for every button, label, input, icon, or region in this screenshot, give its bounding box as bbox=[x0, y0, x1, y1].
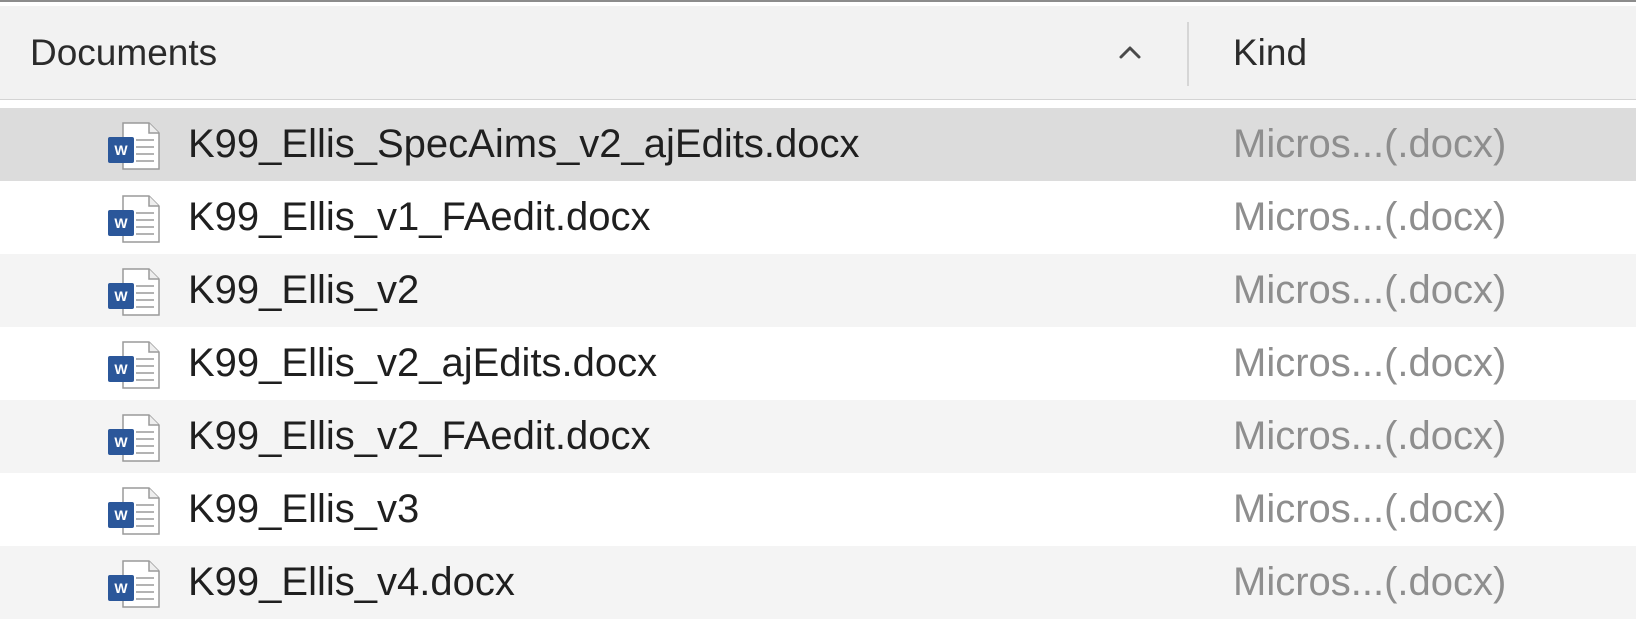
file-name: K99_Ellis_v2 bbox=[188, 268, 420, 312]
column-header-kind[interactable]: Kind bbox=[1233, 6, 1613, 100]
file-row[interactable]: W K99_Ellis_v4.docx Micros...(.docx) bbox=[0, 546, 1636, 619]
file-kind: Micros...(.docx) bbox=[1233, 560, 1507, 604]
file-kind: Micros...(.docx) bbox=[1233, 268, 1507, 312]
svg-text:W: W bbox=[114, 215, 128, 231]
file-kind: Micros...(.docx) bbox=[1233, 195, 1507, 239]
svg-text:W: W bbox=[114, 434, 128, 450]
word-document-icon: W bbox=[106, 340, 162, 390]
svg-text:W: W bbox=[114, 580, 128, 596]
svg-text:W: W bbox=[114, 507, 128, 523]
svg-text:W: W bbox=[114, 288, 128, 304]
file-row[interactable]: W K99_Ellis_v2_ajEdits.docx Micros...(.do… bbox=[0, 327, 1636, 400]
column-header-bar: Documents Kind bbox=[0, 6, 1636, 100]
file-name: K99_Ellis_v2_FAedit.docx bbox=[188, 414, 651, 458]
word-document-icon: W bbox=[106, 121, 162, 171]
file-name: K99_Ellis_v3 bbox=[188, 487, 420, 531]
file-row[interactable]: W K99_Ellis_v1_FAedit.docx Micros...(.doc… bbox=[0, 181, 1636, 254]
svg-text:W: W bbox=[114, 361, 128, 377]
header-gap bbox=[0, 100, 1636, 108]
file-name: K99_Ellis_v1_FAedit.docx bbox=[188, 195, 651, 239]
file-kind: Micros...(.docx) bbox=[1233, 122, 1507, 166]
file-name: K99_Ellis_v2_ajEdits.docx bbox=[188, 341, 658, 385]
word-document-icon: W bbox=[106, 194, 162, 244]
file-name: K99_Ellis_v4.docx bbox=[188, 560, 515, 604]
file-row[interactable]: W K99_Ellis_SpecAims_v2_ajEdits.docx Micr… bbox=[0, 108, 1636, 181]
word-document-icon: W bbox=[106, 413, 162, 463]
svg-text:W: W bbox=[114, 142, 128, 158]
file-kind: Micros...(.docx) bbox=[1233, 414, 1507, 458]
column-header-kind-label: Kind bbox=[1233, 32, 1308, 73]
word-document-icon: W bbox=[106, 267, 162, 317]
finder-list-view: Documents Kind W K99_Ellis_SpecAims_v2_a… bbox=[0, 0, 1636, 637]
word-document-icon: W bbox=[106, 559, 162, 609]
file-kind: Micros...(.docx) bbox=[1233, 487, 1507, 531]
column-header-name[interactable]: Documents bbox=[30, 6, 1180, 100]
file-kind: Micros...(.docx) bbox=[1233, 341, 1507, 385]
file-row[interactable]: W K99_Ellis_v2 Micros...(.docx) bbox=[0, 254, 1636, 327]
file-row[interactable]: W K99_Ellis_v2_FAedit.docx Micros...(.doc… bbox=[0, 400, 1636, 473]
column-divider[interactable] bbox=[1187, 22, 1189, 86]
file-name: K99_Ellis_SpecAims_v2_ajEdits.docx bbox=[188, 122, 860, 166]
file-row[interactable]: W K99_Ellis_v3 Micros...(.docx) bbox=[0, 473, 1636, 546]
file-list: W K99_Ellis_SpecAims_v2_ajEdits.docx Micr… bbox=[0, 108, 1636, 619]
column-header-name-label: Documents bbox=[30, 32, 218, 73]
word-document-icon: W bbox=[106, 486, 162, 536]
sort-ascending-icon[interactable] bbox=[1112, 34, 1148, 70]
